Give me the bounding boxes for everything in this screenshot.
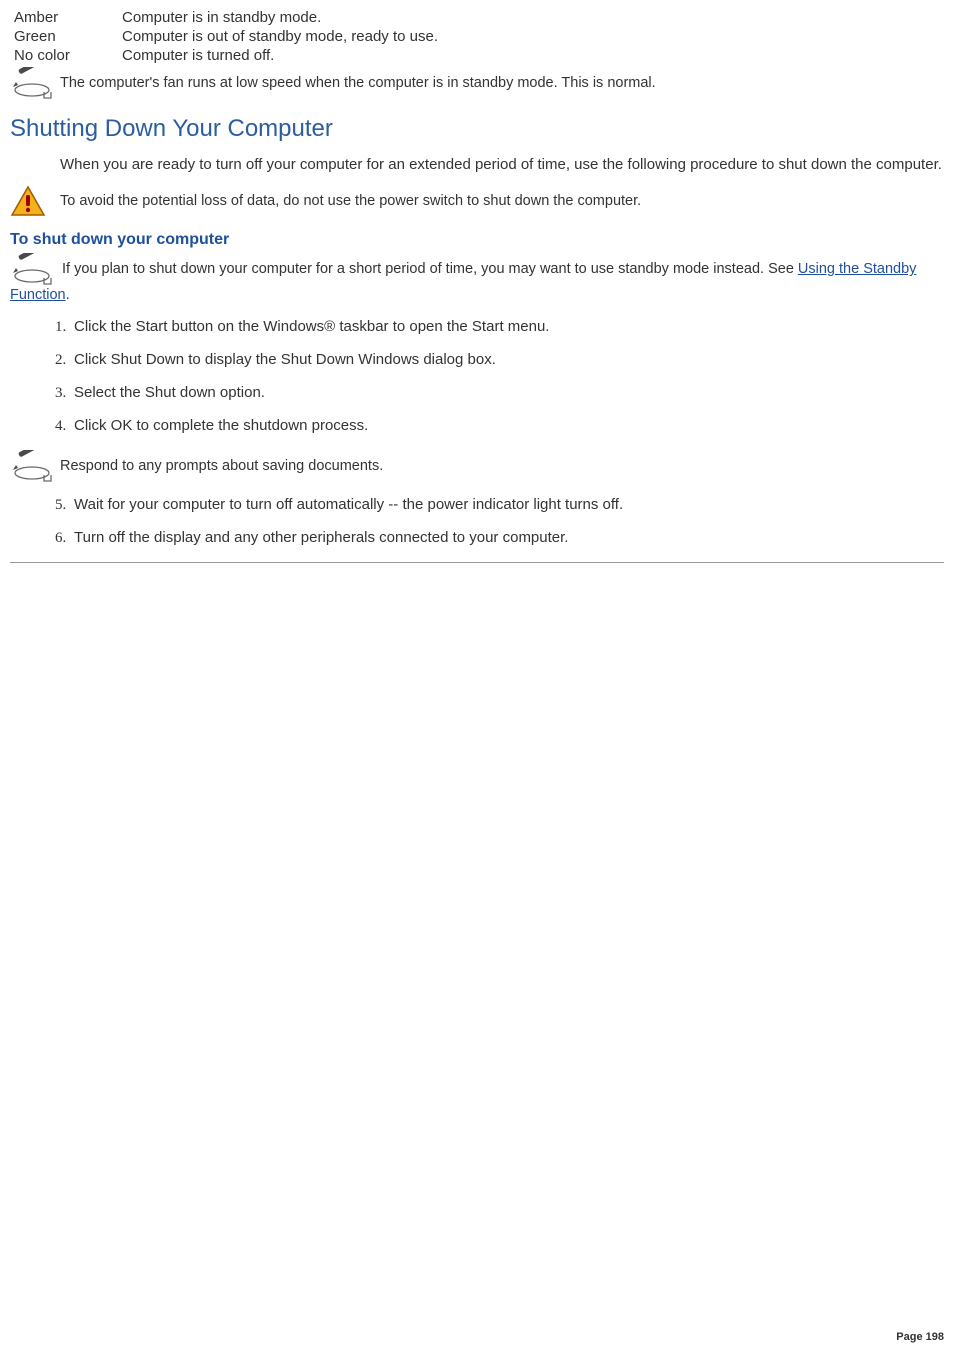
led-status-table: Amber Computer is in standby mode. Green… bbox=[14, 8, 438, 65]
note-fan: The computer's fan runs at low speed whe… bbox=[10, 67, 944, 99]
step-item: Wait for your computer to turn off autom… bbox=[70, 496, 944, 513]
note-standby: If you plan to shut down your computer f… bbox=[10, 253, 944, 305]
warning-icon bbox=[10, 185, 46, 217]
note-standby-prefix: If you plan to shut down your computer f… bbox=[62, 261, 798, 277]
led-label: Amber bbox=[14, 8, 122, 27]
section-divider bbox=[10, 562, 944, 563]
note-standby-suffix: . bbox=[66, 287, 70, 303]
led-desc: Computer is in standby mode. bbox=[122, 8, 438, 27]
pencil-note-icon bbox=[10, 67, 54, 99]
shutdown-intro-paragraph: When you are ready to turn off your comp… bbox=[60, 155, 944, 175]
table-row: Green Computer is out of standby mode, r… bbox=[14, 27, 438, 46]
step-item: Select the Shut down option. bbox=[70, 384, 944, 401]
note-respond: Respond to any prompts about saving docu… bbox=[10, 450, 944, 482]
table-row: No color Computer is turned off. bbox=[14, 46, 438, 65]
step-item: Click Shut Down to display the Shut Down… bbox=[70, 351, 944, 368]
note-text: The computer's fan runs at low speed whe… bbox=[60, 75, 656, 91]
led-label: No color bbox=[14, 46, 122, 65]
warning-text: To avoid the potential loss of data, do … bbox=[60, 193, 641, 209]
led-desc: Computer is out of standby mode, ready t… bbox=[122, 27, 438, 46]
warning-data-loss: To avoid the potential loss of data, do … bbox=[10, 185, 944, 217]
heading-shutting-down: Shutting Down Your Computer bbox=[10, 115, 944, 143]
step-item: Click OK to complete the shutdown proces… bbox=[70, 417, 944, 434]
pencil-note-icon bbox=[10, 450, 54, 482]
led-desc: Computer is turned off. bbox=[122, 46, 438, 65]
shutdown-steps-list-a: Click the Start button on the Windows® t… bbox=[50, 318, 944, 434]
subheading-to-shut-down: To shut down your computer bbox=[10, 231, 944, 249]
step-item: Turn off the display and any other perip… bbox=[70, 529, 944, 546]
note-text: Respond to any prompts about saving docu… bbox=[60, 458, 383, 474]
shutdown-steps-list-b: Wait for your computer to turn off autom… bbox=[50, 496, 944, 546]
step-item: Click the Start button on the Windows® t… bbox=[70, 318, 944, 335]
table-row: Amber Computer is in standby mode. bbox=[14, 8, 438, 27]
led-label: Green bbox=[14, 27, 122, 46]
pencil-note-icon bbox=[10, 261, 58, 277]
page-number: Page 198 bbox=[896, 1331, 944, 1343]
